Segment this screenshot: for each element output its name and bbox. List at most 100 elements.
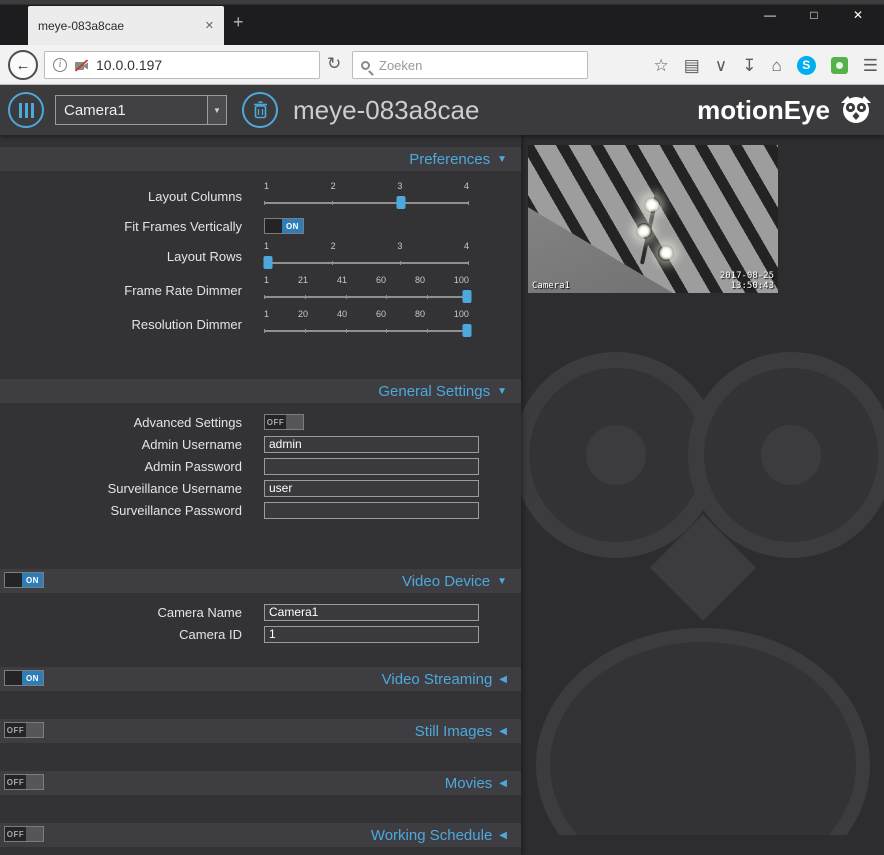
home-icon[interactable]: ⌂ xyxy=(771,57,781,74)
collapse-arrow-icon[interactable]: ▼ xyxy=(497,576,507,587)
menu-icon[interactable]: ☰ xyxy=(863,57,878,74)
slider-track[interactable] xyxy=(264,202,469,204)
extension-icon[interactable] xyxy=(830,56,848,74)
admin-password-input[interactable] xyxy=(264,457,479,475)
section-title: Still Images xyxy=(414,722,493,740)
slider-track[interactable] xyxy=(264,330,469,332)
site-info-icon[interactable]: i xyxy=(53,58,67,72)
section-title: Video Device xyxy=(401,572,491,590)
movies-toggle[interactable]: OFF xyxy=(4,774,44,790)
layout-rows-slider[interactable]: 1 2 3 4 xyxy=(263,241,469,271)
layout-columns-slider[interactable]: 1 2 3 4 xyxy=(264,181,469,211)
advanced-settings-row: Advanced Settings OFF xyxy=(0,411,521,433)
slider-tick-labels: 1 21 41 60 80 100 xyxy=(264,275,469,285)
slider-track[interactable] xyxy=(264,262,469,264)
slider-tick-labels: 1 2 3 4 xyxy=(264,241,469,251)
camera-select[interactable]: Camera1 ▼ xyxy=(55,95,227,125)
delete-camera-button[interactable] xyxy=(242,92,278,128)
admin-username-input[interactable] xyxy=(264,435,479,453)
chevron-down-icon[interactable]: ▼ xyxy=(207,96,226,124)
light-glow xyxy=(658,245,674,261)
maximize-button[interactable]: □ xyxy=(792,2,836,28)
section-header-movies[interactable]: OFF Movies ◀ xyxy=(0,771,521,795)
frame-rate-dimmer-slider[interactable]: 1 21 41 60 80 100 xyxy=(264,275,472,305)
slider-handle[interactable] xyxy=(396,196,406,209)
resolution-dimmer-label: Resolution Dimmer xyxy=(131,316,242,332)
surveillance-username-label: Surveillance Username xyxy=(107,480,242,496)
slider-tick-labels: 1 20 40 60 80 100 xyxy=(264,309,469,319)
close-button[interactable]: ✕ xyxy=(836,2,880,28)
surveillance-username-row: Surveillance Username xyxy=(0,477,521,499)
camera-name-overlay: Camera1 xyxy=(532,281,570,291)
layout-rows-label: Layout Rows xyxy=(166,248,242,264)
section-header-working-schedule[interactable]: OFF Working Schedule ◀ xyxy=(0,823,521,847)
owl-watermark xyxy=(521,352,884,835)
section-header-general-settings[interactable]: General Settings ▼ xyxy=(0,379,521,403)
fit-frames-toggle[interactable]: ON xyxy=(264,218,304,234)
bookmarks-sidebar-icon[interactable]: ▤ xyxy=(684,57,700,74)
skype-icon[interactable]: S xyxy=(796,55,816,75)
slider-handle[interactable] xyxy=(462,324,472,337)
section-title: General Settings xyxy=(378,382,491,400)
advanced-settings-toggle[interactable]: OFF xyxy=(264,414,304,430)
slider-handle[interactable] xyxy=(462,290,472,303)
slider-track[interactable] xyxy=(264,296,469,298)
blocked-permission-icon[interactable] xyxy=(74,58,89,72)
collapse-arrow-icon[interactable]: ◀ xyxy=(499,726,507,737)
working-schedule-toggle[interactable]: OFF xyxy=(4,826,44,842)
minimize-button[interactable]: — xyxy=(748,2,792,28)
layout-columns-row: Layout Columns 1 2 3 4 xyxy=(0,179,521,213)
camera-timestamp-overlay: 2017-08-25 13:50:43 xyxy=(719,271,774,291)
collapse-arrow-icon[interactable]: ▼ xyxy=(497,154,507,165)
surveillance-password-label: Surveillance Password xyxy=(110,502,242,518)
tab-close-icon[interactable]: ✕ xyxy=(205,19,214,32)
camera-id-input[interactable] xyxy=(264,625,479,643)
section-title: Movies xyxy=(444,774,493,792)
new-tab-button[interactable]: + xyxy=(233,13,244,31)
brand-name: motionEye xyxy=(697,94,830,125)
url-bar[interactable]: i 10.0.0.197 xyxy=(44,51,320,79)
url-text[interactable]: 10.0.0.197 xyxy=(96,57,162,73)
surveillance-username-input[interactable] xyxy=(264,479,479,497)
search-icon xyxy=(361,60,370,70)
section-header-preferences[interactable]: Preferences ▼ xyxy=(0,147,521,171)
camera-name-input[interactable] xyxy=(264,603,479,621)
downloads-icon[interactable]: ↧ xyxy=(742,57,756,74)
layout-rows-row: Layout Rows 1 2 3 4 xyxy=(0,239,521,273)
resolution-dimmer-slider[interactable]: 1 20 40 60 80 100 xyxy=(264,309,472,339)
fit-frames-row: Fit Frames Vertically ON xyxy=(0,213,521,239)
pocket-icon[interactable]: ∨ xyxy=(715,57,727,74)
section-header-video-streaming[interactable]: ON Video Streaming ◀ xyxy=(0,667,521,691)
window-titlebar: meye-083a8cae ✕ + — □ ✕ xyxy=(0,0,884,45)
search-input[interactable] xyxy=(377,56,579,74)
trash-icon xyxy=(253,101,267,119)
toolbar-icons: ☆ ▤ ∨ ↧ ⌂ S ☰ xyxy=(653,45,878,85)
section-title: Working Schedule xyxy=(370,826,493,844)
owl-logo-icon xyxy=(841,96,871,123)
bookmark-star-icon[interactable]: ☆ xyxy=(653,57,668,74)
reload-icon[interactable]: ↻ xyxy=(327,54,341,74)
section-title: Preferences xyxy=(409,150,491,168)
camera-name-row: Camera Name xyxy=(0,601,521,623)
section-header-video-device[interactable]: ON Video Device ▼ xyxy=(0,569,521,593)
section-header-still-images[interactable]: OFF Still Images ◀ xyxy=(0,719,521,743)
browser-tab[interactable]: meye-083a8cae ✕ xyxy=(28,6,224,45)
collapse-arrow-icon[interactable]: ◀ xyxy=(499,830,507,841)
panel-toggle-button[interactable] xyxy=(8,92,44,128)
search-bar[interactable] xyxy=(352,51,588,79)
camera-select-value: Camera1 xyxy=(64,101,126,119)
main-area: Preferences ▼ Layout Columns 1 2 3 4 Fit… xyxy=(0,135,884,855)
collapse-arrow-icon[interactable]: ▼ xyxy=(497,386,507,397)
motioneye-header: Camera1 ▼ meye-083a8cae motionEye xyxy=(0,85,884,135)
admin-password-row: Admin Password xyxy=(0,455,521,477)
collapse-arrow-icon[interactable]: ◀ xyxy=(499,674,507,685)
slider-handle[interactable] xyxy=(263,256,273,269)
video-streaming-toggle[interactable]: ON xyxy=(4,670,44,686)
still-images-toggle[interactable]: OFF xyxy=(4,722,44,738)
camera-preview[interactable]: Camera1 2017-08-25 13:50:43 xyxy=(528,145,778,293)
surveillance-password-input[interactable] xyxy=(264,501,479,519)
back-button[interactable]: ← xyxy=(8,50,38,80)
video-device-toggle[interactable]: ON xyxy=(4,572,44,588)
resolution-dimmer-row: Resolution Dimmer 1 20 40 60 80 100 xyxy=(0,307,521,341)
collapse-arrow-icon[interactable]: ◀ xyxy=(499,778,507,789)
